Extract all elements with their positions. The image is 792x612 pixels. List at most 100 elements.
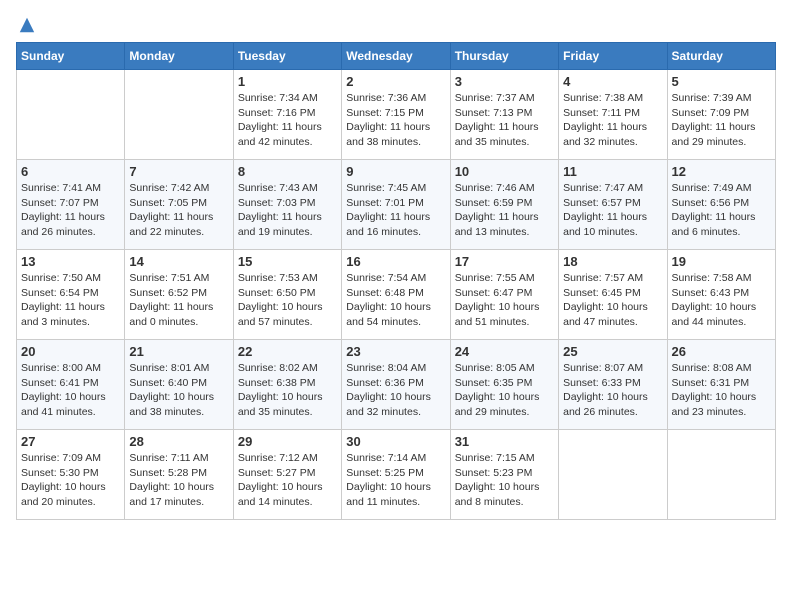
day-info: Sunrise: 7:43 AM Sunset: 7:03 PM Dayligh… [238, 181, 337, 240]
weekday-header: Thursday [450, 43, 558, 70]
calendar-day-cell [667, 430, 775, 520]
day-number: 31 [455, 434, 554, 449]
calendar-week-row: 27 Sunrise: 7:09 AM Sunset: 5:30 PM Dayli… [17, 430, 776, 520]
day-number: 30 [346, 434, 445, 449]
day-number: 10 [455, 164, 554, 179]
day-info: Sunrise: 7:49 AM Sunset: 6:56 PM Dayligh… [672, 181, 771, 240]
day-number: 16 [346, 254, 445, 269]
calendar-day-cell: 12Sunrise: 7:49 AM Sunset: 6:56 PM Dayli… [667, 160, 775, 250]
page-header [16, 16, 776, 34]
calendar-day-cell: 2Sunrise: 7:36 AM Sunset: 7:15 PM Daylig… [342, 70, 450, 160]
calendar-day-cell: 24 Sunrise: 8:05 AM Sunset: 6:35 PM Dayli… [450, 340, 558, 430]
day-info: Sunrise: 7:12 AM Sunset: 5:27 PM Dayligh… [238, 451, 337, 510]
day-info: Sunrise: 7:45 AM Sunset: 7:01 PM Dayligh… [346, 181, 445, 240]
calendar-day-cell [559, 430, 667, 520]
day-number: 1 [238, 74, 337, 89]
day-info: Sunrise: 7:51 AM Sunset: 6:52 PM Dayligh… [129, 271, 228, 330]
calendar-day-cell: 21 Sunrise: 8:01 AM Sunset: 6:40 PM Dayli… [125, 340, 233, 430]
day-info: Sunrise: 8:01 AM Sunset: 6:40 PM Dayligh… [129, 361, 228, 420]
day-info: Sunrise: 7:11 AM Sunset: 5:28 PM Dayligh… [129, 451, 228, 510]
calendar-table: SundayMondayTuesdayWednesdayThursdayFrid… [16, 42, 776, 520]
day-number: 15 [238, 254, 337, 269]
calendar-day-cell: 23Sunrise: 8:04 AM Sunset: 6:36 PM Dayli… [342, 340, 450, 430]
calendar-day-cell: 26 Sunrise: 8:08 AM Sunset: 6:31 PM Dayli… [667, 340, 775, 430]
calendar-header-row: SundayMondayTuesdayWednesdayThursdayFrid… [17, 43, 776, 70]
day-info: Sunrise: 8:05 AM Sunset: 6:35 PM Dayligh… [455, 361, 554, 420]
day-info: Sunrise: 7:09 AM Sunset: 5:30 PM Dayligh… [21, 451, 120, 510]
weekday-header: Monday [125, 43, 233, 70]
calendar-day-cell: 18 Sunrise: 7:57 AM Sunset: 6:45 PM Dayli… [559, 250, 667, 340]
day-info: Sunrise: 7:36 AM Sunset: 7:15 PM Dayligh… [346, 91, 445, 150]
day-info: Sunrise: 7:46 AM Sunset: 6:59 PM Dayligh… [455, 181, 554, 240]
weekday-header: Wednesday [342, 43, 450, 70]
day-number: 8 [238, 164, 337, 179]
day-info: Sunrise: 7:42 AM Sunset: 7:05 PM Dayligh… [129, 181, 228, 240]
weekday-header: Tuesday [233, 43, 341, 70]
day-info: Sunrise: 7:57 AM Sunset: 6:45 PM Dayligh… [563, 271, 662, 330]
calendar-day-cell: 28Sunrise: 7:11 AM Sunset: 5:28 PM Dayli… [125, 430, 233, 520]
weekday-header: Friday [559, 43, 667, 70]
day-number: 4 [563, 74, 662, 89]
calendar-day-cell: 3 Sunrise: 7:37 AM Sunset: 7:13 PM Daylig… [450, 70, 558, 160]
day-number: 17 [455, 254, 554, 269]
day-info: Sunrise: 7:55 AM Sunset: 6:47 PM Dayligh… [455, 271, 554, 330]
day-info: Sunrise: 8:02 AM Sunset: 6:38 PM Dayligh… [238, 361, 337, 420]
day-number: 9 [346, 164, 445, 179]
day-info: Sunrise: 8:08 AM Sunset: 6:31 PM Dayligh… [672, 361, 771, 420]
calendar-day-cell: 11Sunrise: 7:47 AM Sunset: 6:57 PM Dayli… [559, 160, 667, 250]
weekday-header: Sunday [17, 43, 125, 70]
logo-icon [18, 16, 36, 34]
day-number: 20 [21, 344, 120, 359]
day-info: Sunrise: 7:58 AM Sunset: 6:43 PM Dayligh… [672, 271, 771, 330]
day-number: 26 [672, 344, 771, 359]
calendar-week-row: 6Sunrise: 7:41 AM Sunset: 7:07 PM Daylig… [17, 160, 776, 250]
calendar-day-cell: 5Sunrise: 7:39 AM Sunset: 7:09 PM Daylig… [667, 70, 775, 160]
calendar-day-cell: 19Sunrise: 7:58 AM Sunset: 6:43 PM Dayli… [667, 250, 775, 340]
day-info: Sunrise: 8:07 AM Sunset: 6:33 PM Dayligh… [563, 361, 662, 420]
calendar-week-row: 13Sunrise: 7:50 AM Sunset: 6:54 PM Dayli… [17, 250, 776, 340]
day-info: Sunrise: 7:54 AM Sunset: 6:48 PM Dayligh… [346, 271, 445, 330]
day-info: Sunrise: 7:47 AM Sunset: 6:57 PM Dayligh… [563, 181, 662, 240]
day-number: 22 [238, 344, 337, 359]
calendar-week-row: 1 Sunrise: 7:34 AM Sunset: 7:16 PM Daylig… [17, 70, 776, 160]
day-number: 14 [129, 254, 228, 269]
calendar-day-cell: 17 Sunrise: 7:55 AM Sunset: 6:47 PM Dayli… [450, 250, 558, 340]
day-info: Sunrise: 7:39 AM Sunset: 7:09 PM Dayligh… [672, 91, 771, 150]
calendar-day-cell: 16 Sunrise: 7:54 AM Sunset: 6:48 PM Dayli… [342, 250, 450, 340]
calendar-day-cell: 8 Sunrise: 7:43 AM Sunset: 7:03 PM Daylig… [233, 160, 341, 250]
calendar-day-cell: 27 Sunrise: 7:09 AM Sunset: 5:30 PM Dayli… [17, 430, 125, 520]
day-info: Sunrise: 7:53 AM Sunset: 6:50 PM Dayligh… [238, 271, 337, 330]
calendar-week-row: 20 Sunrise: 8:00 AM Sunset: 6:41 PM Dayli… [17, 340, 776, 430]
calendar-day-cell: 25 Sunrise: 8:07 AM Sunset: 6:33 PM Dayli… [559, 340, 667, 430]
calendar-day-cell: 1 Sunrise: 7:34 AM Sunset: 7:16 PM Daylig… [233, 70, 341, 160]
calendar-day-cell [17, 70, 125, 160]
day-number: 25 [563, 344, 662, 359]
calendar-day-cell: 31 Sunrise: 7:15 AM Sunset: 5:23 PM Dayli… [450, 430, 558, 520]
logo [16, 16, 36, 34]
day-number: 23 [346, 344, 445, 359]
day-number: 18 [563, 254, 662, 269]
calendar-day-cell: 14 Sunrise: 7:51 AM Sunset: 6:52 PM Dayli… [125, 250, 233, 340]
calendar-day-cell: 10 Sunrise: 7:46 AM Sunset: 6:59 PM Dayli… [450, 160, 558, 250]
day-info: Sunrise: 7:50 AM Sunset: 6:54 PM Dayligh… [21, 271, 120, 330]
calendar-day-cell: 4Sunrise: 7:38 AM Sunset: 7:11 PM Daylig… [559, 70, 667, 160]
calendar-day-cell: 9 Sunrise: 7:45 AM Sunset: 7:01 PM Daylig… [342, 160, 450, 250]
calendar-day-cell: 30Sunrise: 7:14 AM Sunset: 5:25 PM Dayli… [342, 430, 450, 520]
calendar-day-cell: 22 Sunrise: 8:02 AM Sunset: 6:38 PM Dayli… [233, 340, 341, 430]
day-info: Sunrise: 8:00 AM Sunset: 6:41 PM Dayligh… [21, 361, 120, 420]
day-info: Sunrise: 7:37 AM Sunset: 7:13 PM Dayligh… [455, 91, 554, 150]
day-number: 24 [455, 344, 554, 359]
calendar-day-cell: 20 Sunrise: 8:00 AM Sunset: 6:41 PM Dayli… [17, 340, 125, 430]
day-info: Sunrise: 7:15 AM Sunset: 5:23 PM Dayligh… [455, 451, 554, 510]
day-info: Sunrise: 7:34 AM Sunset: 7:16 PM Dayligh… [238, 91, 337, 150]
day-number: 21 [129, 344, 228, 359]
day-number: 6 [21, 164, 120, 179]
day-number: 3 [455, 74, 554, 89]
calendar-day-cell: 29 Sunrise: 7:12 AM Sunset: 5:27 PM Dayli… [233, 430, 341, 520]
calendar-day-cell: 15 Sunrise: 7:53 AM Sunset: 6:50 PM Dayli… [233, 250, 341, 340]
calendar-day-cell [125, 70, 233, 160]
calendar-day-cell: 13Sunrise: 7:50 AM Sunset: 6:54 PM Dayli… [17, 250, 125, 340]
calendar-day-cell: 6Sunrise: 7:41 AM Sunset: 7:07 PM Daylig… [17, 160, 125, 250]
day-number: 29 [238, 434, 337, 449]
day-number: 27 [21, 434, 120, 449]
